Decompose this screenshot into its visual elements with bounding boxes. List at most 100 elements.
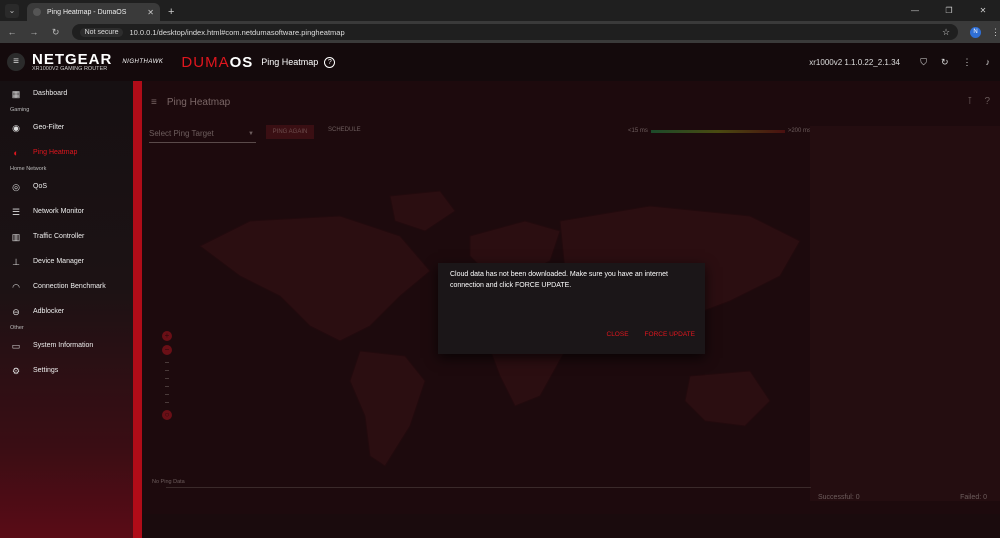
sidebar-item-dashboard[interactable]: ▦ Dashboard: [0, 81, 133, 106]
profile-avatar[interactable]: N: [970, 26, 982, 38]
address-toolbar: ← → ↻ Not secure 10.0.0.1/desktop/index.…: [0, 21, 1000, 43]
sidebar-item-label: Connection Benchmark: [33, 283, 106, 290]
close-window-icon[interactable]: ✕: [966, 0, 1000, 21]
sidebar-item-geo-filter[interactable]: ◉ Geo-Filter: [0, 115, 133, 140]
shield-icon[interactable]: ⛉: [920, 57, 927, 68]
sidebar-item-label: Device Manager: [33, 258, 84, 265]
results-side-panel: [810, 126, 1000, 501]
back-icon[interactable]: ←: [2, 27, 22, 37]
refresh-icon[interactable]: ↻: [941, 57, 949, 68]
zoom-tick: [165, 394, 169, 395]
sidebar-item-settings[interactable]: ⚙ Settings: [0, 358, 133, 383]
sidebar-item-ping-heatmap[interactable]: ◐ Ping Heatmap: [0, 140, 133, 165]
force-update-button[interactable]: FORCE UPDATE: [645, 331, 695, 338]
forward-icon[interactable]: →: [24, 27, 44, 37]
browser-tab[interactable]: Ping Heatmap - DumaOS ✕: [27, 3, 160, 21]
sidebar-item-network-monitor[interactable]: ☰ Network Monitor: [0, 199, 133, 224]
page-footer: [142, 514, 1000, 538]
sidebar-item-label: Dashboard: [33, 90, 68, 97]
notification-bell-icon[interactable]: ♪: [986, 57, 991, 68]
map-north-america: [199, 215, 431, 342]
panel-help-icon[interactable]: ?: [984, 96, 990, 107]
minimize-icon[interactable]: —: [898, 0, 932, 21]
close-button[interactable]: CLOSE: [607, 331, 629, 338]
device-manager-icon: ⊥: [12, 256, 20, 267]
sidebar-item-traffic-controller[interactable]: ▥ Traffic Controller: [0, 224, 133, 249]
firmware-version: xr1000v2 1.1.0.22_2.1.34: [809, 57, 900, 67]
app-header: ≡ NETGEAR XR1000V2 GAMING ROUTER NIGHTHA…: [0, 43, 1000, 81]
panel-icons: ⊺ ?: [967, 96, 990, 107]
new-tab-button[interactable]: +: [168, 6, 174, 18]
zoom-out-icon[interactable]: −: [162, 345, 172, 355]
panel-title: Ping Heatmap: [166, 97, 231, 108]
sidebar: ▦ Dashboard Gaming ◉ Geo-Filter ◐ Ping Heat…: [0, 81, 133, 538]
bookmark-star-icon[interactable]: ☆: [942, 27, 950, 38]
sidebar-item-connection-benchmark[interactable]: ◠ Connection Benchmark: [0, 274, 133, 299]
sidebar-item-label: Geo-Filter: [33, 124, 65, 131]
successful-count: Successful: 0: [818, 494, 860, 501]
map-australia: [684, 370, 771, 427]
ping-target-select[interactable]: Select Ping Target ▼: [149, 129, 256, 143]
schedule-button[interactable]: SCHEDULE: [328, 127, 361, 133]
zoom-reset-icon[interactable]: ○: [162, 410, 172, 420]
menu-icon[interactable]: ≡: [7, 53, 25, 71]
more-icon[interactable]: ⋮: [963, 57, 972, 68]
zoom-tick: [165, 386, 169, 387]
sidebar-item-adblocker[interactable]: ⊖ Adblocker: [0, 299, 133, 324]
sidebar-item-label: Settings: [33, 367, 59, 374]
geo-filter-icon: ◉: [12, 122, 20, 133]
help-icon[interactable]: ?: [324, 56, 336, 68]
restore-icon[interactable]: ❐: [932, 0, 966, 21]
timeline-axis: [166, 487, 811, 488]
brand-subtitle: XR1000V2 GAMING ROUTER: [32, 65, 108, 72]
latency-legend: <15 ms >200 ms: [628, 128, 811, 134]
sidebar-group-label: Home Network: [10, 166, 47, 172]
ping-again-button[interactable]: PING AGAIN: [266, 125, 314, 139]
pin-icon[interactable]: ⊺: [967, 96, 972, 107]
map-greenland: [389, 190, 456, 232]
header-icons: ⛉ ↻ ⋮ ♪: [920, 57, 990, 68]
duma-text: DUMA: [181, 53, 230, 71]
panel-menu-icon[interactable]: ≡: [151, 97, 157, 108]
legend-max-label: >200 ms: [787, 128, 812, 134]
tab-search-button[interactable]: ⌄: [5, 4, 19, 18]
header-title: Ping Heatmap: [261, 57, 319, 67]
traffic-controller-icon: ▥: [11, 231, 21, 242]
browser-tab-strip: ⌄ Ping Heatmap - DumaOS ✕ + — ❐ ✕: [0, 0, 1000, 21]
chevron-down-icon: ▼: [248, 131, 254, 137]
dumaos-logo: DUMAOS: [181, 54, 253, 71]
tab-close-icon[interactable]: ✕: [147, 8, 154, 17]
reload-icon[interactable]: ↻: [46, 27, 66, 38]
sidebar-item-system-information[interactable]: ▭ System Information: [0, 333, 133, 358]
netgear-logo: NETGEAR XR1000V2 GAMING ROUTER: [32, 52, 112, 73]
sidebar-item-label: Network Monitor: [33, 208, 84, 215]
sidebar-item-label: System Information: [33, 342, 94, 349]
zoom-controls: + − ○: [162, 331, 174, 424]
sidebar-item-device-manager[interactable]: ⊥ Device Manager: [0, 249, 133, 274]
sidebar-item-label: Adblocker: [33, 308, 65, 315]
system-info-icon: ▭: [11, 340, 21, 351]
map-south-america: [349, 350, 426, 467]
sidebar-accent-bar: [133, 81, 142, 538]
zoom-tick: [165, 362, 169, 363]
settings-icon: ⚙: [11, 365, 21, 376]
sidebar-item-label: QoS: [33, 183, 48, 190]
sidebar-item-qos[interactable]: ◎ QoS: [0, 174, 133, 199]
browser-menu-icon[interactable]: ⋮: [991, 27, 1000, 38]
brand-name: NETGEAR: [32, 50, 113, 68]
benchmark-icon: ◠: [12, 281, 20, 292]
zoom-tick: [165, 378, 169, 379]
url-text[interactable]: 10.0.0.1/desktop/index.html#com.netdumas…: [129, 28, 942, 37]
omnibox[interactable]: Not secure 10.0.0.1/desktop/index.html#c…: [71, 24, 959, 40]
window-controls: — ❐ ✕: [898, 0, 1000, 21]
zoom-tick: [165, 402, 169, 403]
dialog-message: Cloud data has not been downloaded. Make…: [450, 271, 668, 289]
legend-min-label: <15 ms: [628, 128, 648, 134]
sidebar-group-label: Gaming: [10, 107, 30, 113]
favicon-icon: [33, 8, 41, 16]
zoom-in-icon[interactable]: +: [162, 331, 172, 341]
sidebar-group-label: Other: [10, 325, 24, 331]
dashboard-icon: ▦: [11, 88, 21, 99]
failed-count: Failed: 0: [960, 494, 987, 501]
security-chip[interactable]: Not secure: [79, 27, 124, 37]
